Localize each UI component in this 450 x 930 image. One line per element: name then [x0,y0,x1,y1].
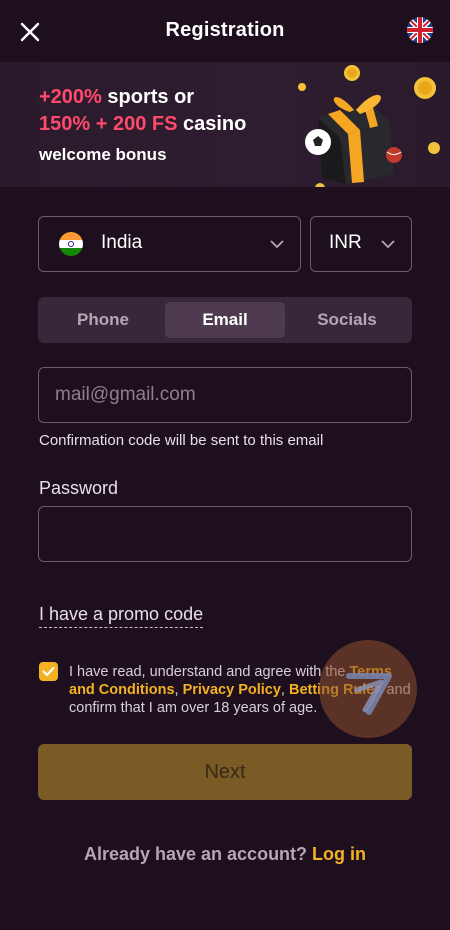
uk-flag-icon[interactable] [407,17,433,43]
login-link[interactable]: Log in [312,844,366,864]
agreement-checkbox[interactable] [39,662,58,681]
currency-select[interactable]: INR [310,216,412,272]
country-value: India [101,232,143,253]
tab-phone[interactable]: Phone [43,302,163,338]
password-label: Password [39,478,119,498]
email-hint: Confirmation code will be sent to this e… [39,432,324,449]
page-title: Registration [165,19,285,41]
registration-method-tabs: Phone Email Socials [38,297,412,343]
tab-email[interactable]: Email [165,302,285,338]
checkmark-icon [42,666,55,677]
password-field[interactable] [38,506,412,562]
india-flag-icon [59,232,83,256]
next-button[interactable]: Next [38,744,412,800]
email-field[interactable] [38,367,412,423]
support-button[interactable] [319,640,417,738]
chevron-down-icon [381,240,395,249]
header: Registration [0,0,450,62]
gift-box-illustration [298,65,440,187]
welcome-bonus-banner[interactable]: +200% sports or 150% + 200 FS casino wel… [0,62,450,187]
tab-socials[interactable]: Socials [287,302,407,338]
login-prompt: Already have an account? Log in [83,844,367,864]
logo-icon [346,673,392,715]
banner-line-1: +200% sports or [39,86,195,108]
currency-value: INR [329,232,362,253]
country-select[interactable]: India [38,216,301,272]
promo-code-link[interactable]: I have a promo code [39,604,204,628]
banner-line-2: 150% + 200 FS casino [39,113,247,135]
chevron-down-icon [270,240,284,249]
privacy-policy-link[interactable]: Privacy Policy [183,682,281,698]
banner-line-3: welcome bonus [39,145,167,164]
